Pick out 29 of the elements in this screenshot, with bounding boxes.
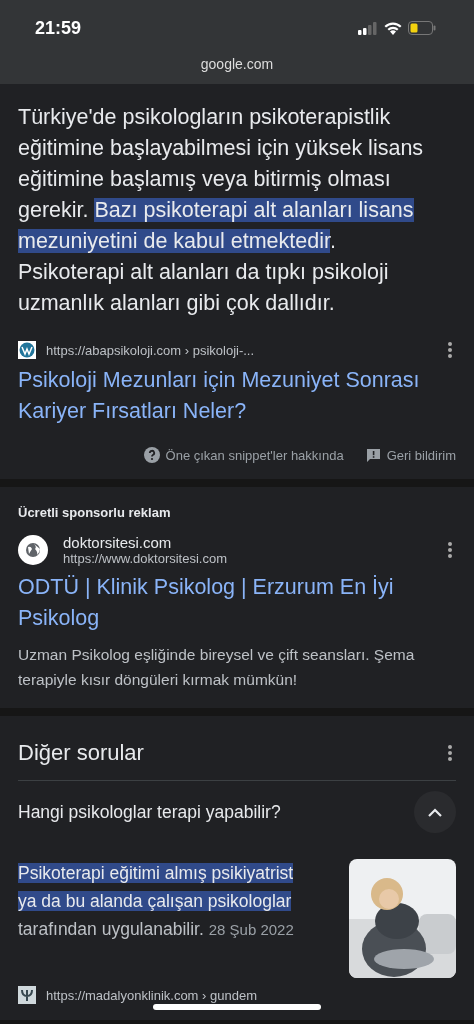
source-url: https://madalyonklinik.com › gundem	[46, 987, 258, 1003]
more-options-icon[interactable]	[448, 745, 452, 761]
status-time: 21:59	[35, 17, 82, 39]
source-url: https://abapsikoloji.com › psikoloji-...	[46, 342, 256, 358]
ad-label: Ücretli sponsorlu reklam	[18, 505, 172, 520]
more-options-icon[interactable]	[448, 542, 452, 558]
ad-site-name: doktorsitesi.com	[63, 534, 173, 551]
site-favicon-icon	[18, 341, 36, 359]
snippet-paragraph: Türkiye'de psikologların psikoterapistlik eğitimine başlayabilmesi için yüksek lisans eğitimine başlamış veya bitirmiş olması gerekir. Bazı psikoterapi alt alanları lisans mezuniyetini de kabul etmektedir. Psikoterapi alt alanları da tıpkı psikoloji uzmanlık alanları gibi çok dallıdır.	[18, 104, 425, 317]
help-icon[interactable]	[143, 447, 160, 463]
address-domain[interactable]: google.com	[200, 56, 274, 72]
more-options-icon[interactable]	[448, 342, 452, 358]
section-heading: Diğer sorular	[18, 740, 144, 766]
about-snippets-link[interactable]: Öne çıkan snippet'ler hakkında	[165, 447, 344, 463]
question-text[interactable]: Hangi psikologlar terapi yapabilir?	[18, 801, 281, 823]
caret-icon	[428, 807, 442, 817]
battery-icon	[408, 21, 436, 35]
site-favicon-icon	[18, 986, 36, 1004]
ad-description: Uzman Psikolog eşliğinde bireysel ve çift seansları. Şema terapiyle kısır döngüleri kırmak mümkün!	[18, 645, 416, 690]
ad-title-link[interactable]: ODTÜ | Klinik Psikolog | Erzurum En İyi Psikolog	[18, 572, 456, 634]
feedback-link[interactable]: Geri bildirim	[386, 447, 456, 463]
ad-url: https://www.doktorsitesi.com	[63, 551, 228, 566]
feedback-icon[interactable]	[365, 447, 381, 463]
collapse-button[interactable]	[414, 791, 456, 833]
globe-icon	[18, 535, 48, 565]
wifi-icon	[384, 21, 402, 35]
answer-text: Psikoterapi eğitimi almış psikiyatrist ya da bu alanda çalışan psikologlar tarafından uygulanabilir. 28 Şub 2022	[18, 862, 295, 941]
result-title-link[interactable]: Psikoloji Mezunları için Mezuniyet Sonrası Kariyer Fırsatları Neler?	[18, 365, 456, 427]
signal-icon	[358, 21, 378, 35]
